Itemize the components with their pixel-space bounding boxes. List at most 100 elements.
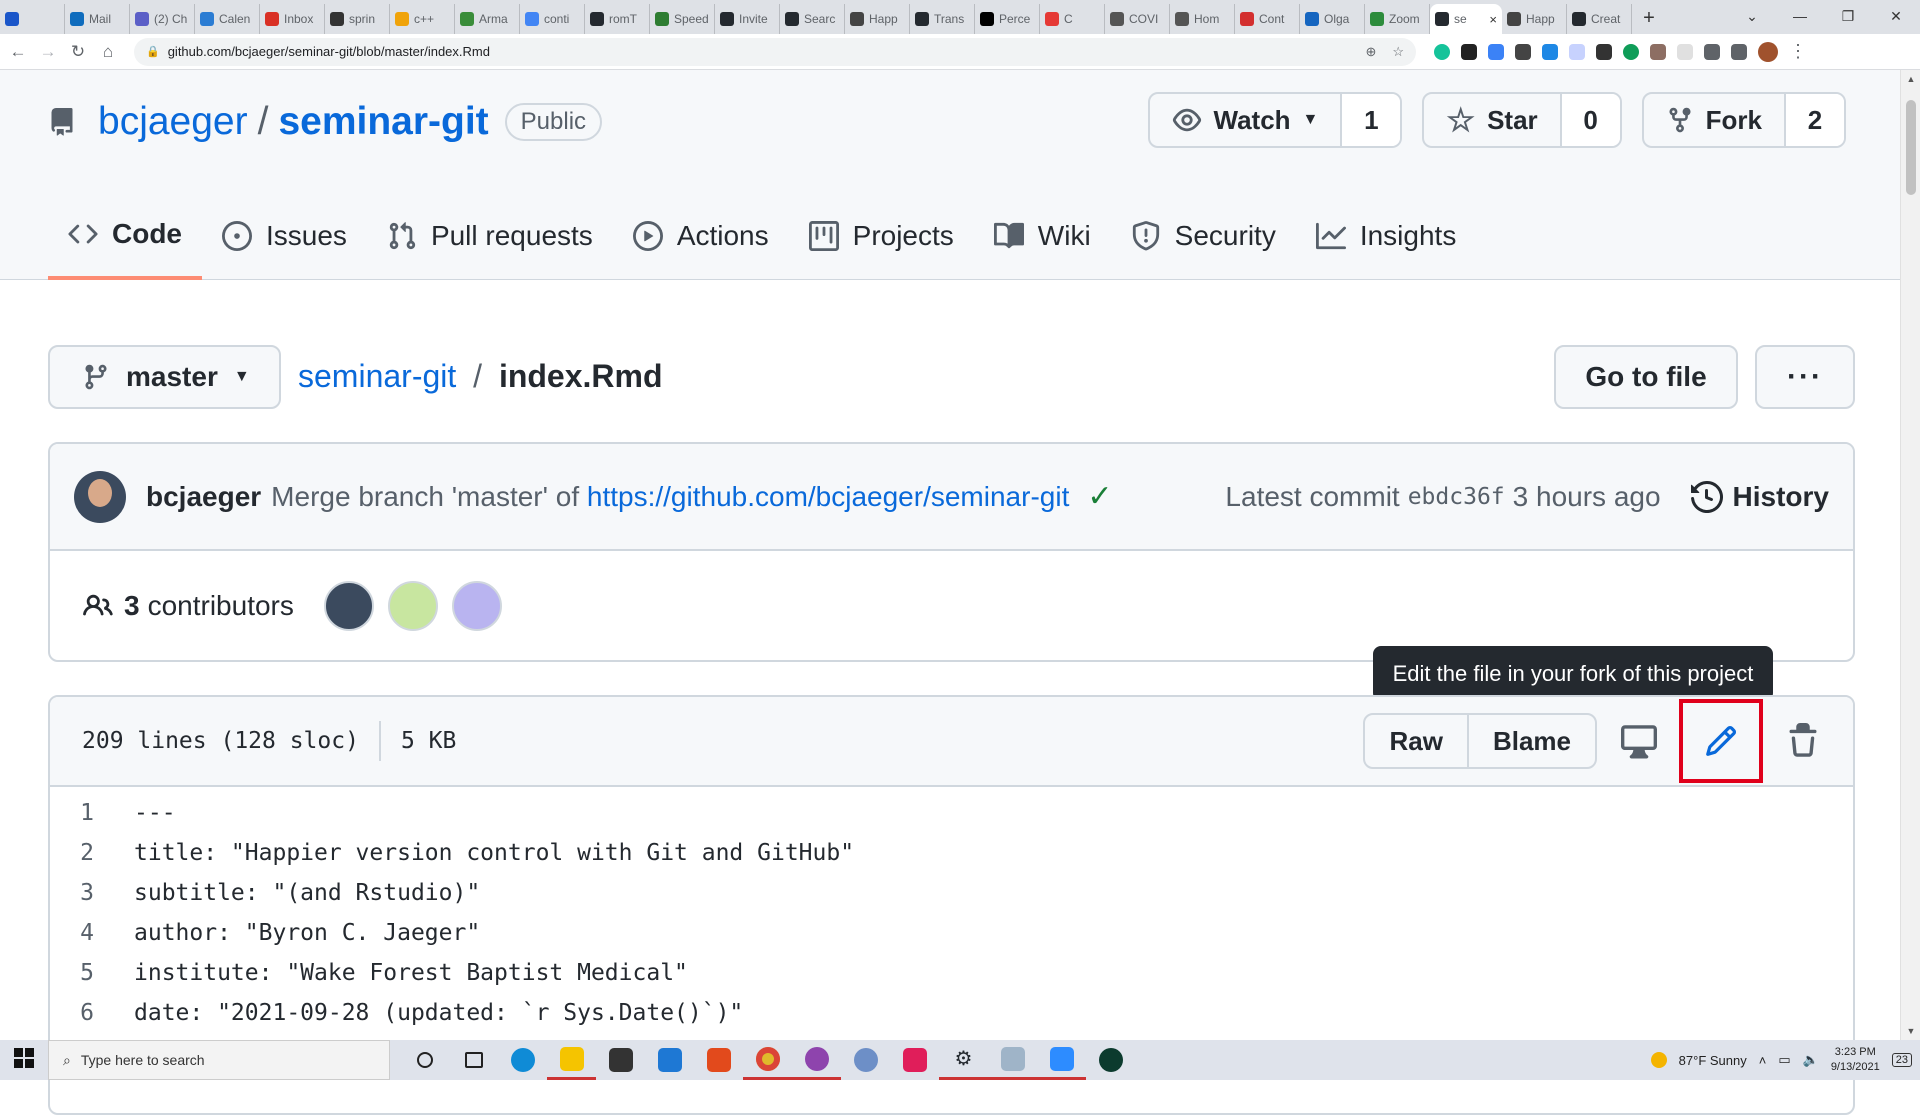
star-count[interactable]: 0 xyxy=(1559,94,1620,146)
browser-tab[interactable]: COVI xyxy=(1105,4,1170,34)
extension-v-icon[interactable] xyxy=(1488,43,1504,60)
app-icon[interactable] xyxy=(1086,1040,1135,1080)
contributors-label[interactable]: contributors xyxy=(148,590,294,622)
check-icon[interactable]: ✓ xyxy=(1087,479,1112,514)
tab-security[interactable]: Security xyxy=(1111,192,1296,280)
lock-icon[interactable]: 🔒 xyxy=(146,45,160,58)
tab-wiki[interactable]: Wiki xyxy=(974,192,1111,280)
more-options-button[interactable]: ··· xyxy=(1755,345,1855,409)
fork-count[interactable]: 2 xyxy=(1784,94,1844,146)
repo-owner-link[interactable]: bcjaeger xyxy=(98,100,248,144)
trash-icon[interactable] xyxy=(1785,723,1821,759)
extension-icon[interactable] xyxy=(1542,43,1558,60)
network-icon[interactable]: ▭ xyxy=(1778,1052,1790,1068)
browser-tab[interactable]: Creat xyxy=(1567,4,1632,34)
file-explorer-icon[interactable] xyxy=(547,1040,596,1080)
browser-tab[interactable]: Mail xyxy=(65,4,130,34)
scroll-down-arrow[interactable]: ▼ xyxy=(1901,1026,1920,1036)
url-bar[interactable]: 🔒 github.com/bcjaeger/seminar-git/blob/m… xyxy=(134,37,1416,66)
avatar[interactable] xyxy=(387,580,438,631)
notification-badge[interactable]: 23 xyxy=(1891,1053,1912,1067)
browser-tab[interactable]: Happ xyxy=(1502,4,1567,34)
line-number[interactable]: 6 xyxy=(50,1000,134,1026)
edge-icon[interactable] xyxy=(498,1040,547,1080)
tab-actions[interactable]: Actions xyxy=(613,192,789,280)
taskbar-search[interactable]: ⌕ Type here to search xyxy=(48,1040,390,1080)
browser-tab[interactable]: Arma xyxy=(455,4,520,34)
slack-icon[interactable] xyxy=(890,1040,939,1080)
branch-selector[interactable]: master ▼ xyxy=(48,345,281,409)
new-tab-button[interactable]: + xyxy=(1632,4,1666,34)
tab-insights[interactable]: Insights xyxy=(1296,192,1477,280)
chevron-up-icon[interactable]: ˄ xyxy=(1759,1053,1767,1068)
avatar[interactable] xyxy=(451,580,502,631)
avatar[interactable] xyxy=(323,580,374,631)
breadcrumb-repo-link[interactable]: seminar-git xyxy=(298,358,456,394)
extension-icon[interactable] xyxy=(1515,43,1531,60)
mail-icon[interactable] xyxy=(645,1040,694,1080)
raw-button[interactable]: Raw xyxy=(1365,715,1466,767)
close-window-button[interactable]: ✕ xyxy=(1872,0,1920,34)
edit-button-highlight[interactable] xyxy=(1679,699,1763,783)
extension-d-icon[interactable] xyxy=(1461,43,1477,60)
cortana-icon[interactable] xyxy=(400,1040,449,1080)
reload-button[interactable]: ↻ xyxy=(66,42,90,62)
browser-tab[interactable]: se × xyxy=(1430,4,1502,34)
windows-start-button[interactable] xyxy=(0,1047,48,1073)
browser-tab[interactable]: Searc xyxy=(780,4,845,34)
app-icon[interactable] xyxy=(792,1040,841,1080)
line-number[interactable]: 5 xyxy=(50,960,134,986)
browser-tab[interactable]: Olga xyxy=(1300,4,1365,34)
tab-pull-requests[interactable]: Pull requests xyxy=(367,192,613,280)
browser-tab[interactable]: Invite xyxy=(715,4,780,34)
desktop-icon[interactable] xyxy=(1621,723,1657,759)
close-tab-icon[interactable]: × xyxy=(1489,12,1497,27)
star-button[interactable]: ☆ Star 0 xyxy=(1422,92,1622,148)
reading-list-icon[interactable] xyxy=(1731,43,1747,60)
watch-button[interactable]: Watch ▼ 1 xyxy=(1147,92,1403,148)
commit-author[interactable]: bcjaeger xyxy=(146,481,261,513)
go-to-file-button[interactable]: Go to file xyxy=(1554,345,1738,409)
browser-tab[interactable] xyxy=(0,4,65,34)
line-number[interactable]: 2 xyxy=(50,840,134,866)
back-button[interactable]: ← xyxy=(6,42,30,62)
browser-tab[interactable]: C xyxy=(1040,4,1105,34)
history-link[interactable]: History xyxy=(1690,481,1829,513)
fork-button[interactable]: Fork 2 xyxy=(1641,92,1846,148)
minimize-button[interactable]: — xyxy=(1776,0,1824,34)
scrollbar-thumb[interactable] xyxy=(1906,100,1916,195)
settings-gear-icon[interactable]: ⚙ xyxy=(939,1040,988,1080)
app-icon[interactable] xyxy=(988,1040,1037,1080)
browser-tab[interactable]: Calen xyxy=(195,4,260,34)
forward-button[interactable]: → xyxy=(36,42,60,62)
tab-code[interactable]: Code xyxy=(48,192,202,280)
zoom-app-icon[interactable] xyxy=(1037,1040,1086,1080)
browser-tab[interactable]: Perce xyxy=(975,4,1040,34)
browser-tab[interactable]: c++ xyxy=(390,4,455,34)
avatar[interactable] xyxy=(74,470,126,523)
extension-icon[interactable] xyxy=(1569,43,1585,60)
browser-tab[interactable]: Hom xyxy=(1170,4,1235,34)
line-number[interactable]: 1 xyxy=(50,800,134,826)
contributors-count[interactable]: 3 xyxy=(124,590,140,622)
extension-icon[interactable] xyxy=(1650,43,1666,60)
weather-text[interactable]: 87°F Sunny xyxy=(1679,1053,1747,1068)
browser-tab[interactable]: conti xyxy=(520,4,585,34)
r-icon[interactable] xyxy=(841,1040,890,1080)
browser-tab[interactable]: sprin xyxy=(325,4,390,34)
browser-tab[interactable]: Inbox xyxy=(260,4,325,34)
browser-tab[interactable]: Trans xyxy=(910,4,975,34)
speaker-icon[interactable]: 🔈 xyxy=(1803,1052,1819,1068)
commit-message-text[interactable]: Merge branch 'master' of xyxy=(271,481,579,512)
tab-issues[interactable]: Issues xyxy=(202,192,367,280)
browser-tab[interactable]: Cont xyxy=(1235,4,1300,34)
profile-avatar[interactable] xyxy=(1758,41,1778,62)
zoom-icon[interactable]: ⊕ xyxy=(1365,44,1376,60)
line-number[interactable]: 4 xyxy=(50,920,134,946)
restore-button[interactable]: ❐ xyxy=(1824,0,1872,34)
tab-search-icon[interactable]: ⌄ xyxy=(1728,0,1776,34)
office-icon[interactable] xyxy=(694,1040,743,1080)
system-clock[interactable]: 3:23 PM 9/13/2021 xyxy=(1831,1045,1880,1075)
bookmark-star-icon[interactable]: ☆ xyxy=(1392,44,1404,60)
commit-message-link[interactable]: https://github.com/bcjaeger/seminar-git xyxy=(587,481,1069,512)
